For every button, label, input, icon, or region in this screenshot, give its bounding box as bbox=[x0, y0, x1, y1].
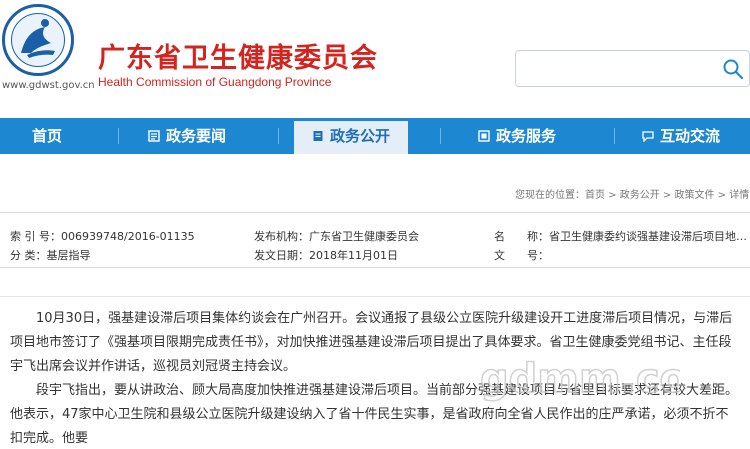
meta-docno-label: 文 号： bbox=[494, 249, 549, 262]
nav-news-label: 政务要闻 bbox=[166, 127, 227, 145]
meta-publisher-value: 广东省卫生健康委员会 bbox=[309, 230, 419, 243]
meta-category-value: 基层指导 bbox=[46, 249, 91, 262]
meta-index-label: 索 引 号： bbox=[10, 230, 61, 243]
nav-divider bbox=[614, 128, 615, 144]
breadcrumb-current: 详情 bbox=[729, 190, 750, 201]
search-box bbox=[515, 50, 750, 87]
nav-interaction-label: 互动交流 bbox=[660, 127, 721, 145]
nav-interaction[interactable]: 互动交流 bbox=[642, 118, 720, 154]
meta-publisher-label: 发布机构： bbox=[254, 230, 309, 243]
main-nav: 首页 政务要闻 政务公开 政务服务 互动交流 bbox=[0, 118, 750, 154]
site-title-english: Health Commission of Guangdong Province bbox=[98, 75, 332, 89]
breadcrumb-gov-affairs[interactable]: 政务公开 bbox=[620, 190, 660, 201]
nav-services[interactable]: 政务服务 bbox=[478, 118, 556, 154]
site-emblem-logo[interactable] bbox=[2, 4, 74, 76]
breadcrumb-separator: > bbox=[714, 190, 730, 201]
meta-category-label: 分 类： bbox=[10, 249, 47, 262]
meta-name: 名 称：省卫生健康委约谈强基建设滞后项目地… bbox=[494, 228, 747, 244]
meta-name-value: 省卫生健康委约谈强基建设滞后项目地… bbox=[549, 230, 747, 243]
nav-divider bbox=[440, 128, 441, 144]
content-divider bbox=[0, 296, 750, 297]
meta-category: 分 类：基层指导 bbox=[10, 247, 91, 263]
meta-date-value: 2018年11月01日 bbox=[309, 249, 398, 262]
nav-gov-affairs-label: 政务公开 bbox=[330, 127, 391, 145]
service-icon bbox=[478, 130, 490, 142]
breadcrumb: 您现在的位置：首页 > 政务公开 > 政策文件 > 详情 bbox=[515, 186, 749, 201]
meta-name-label: 名 称： bbox=[494, 230, 549, 243]
nav-divider bbox=[278, 128, 279, 144]
meta-index: 索 引 号：006939748/2016-01135 bbox=[10, 228, 195, 244]
news-icon bbox=[148, 130, 160, 142]
document-meta: 索 引 号：006939748/2016-01135 分 类：基层指导 发布机构… bbox=[0, 212, 750, 268]
search-icon[interactable] bbox=[721, 57, 745, 81]
nav-services-label: 政务服务 bbox=[496, 127, 557, 145]
site-title-chinese[interactable]: 广东省卫生健康委员会 bbox=[98, 36, 378, 75]
chat-icon bbox=[642, 131, 654, 142]
meta-date-label: 发文日期： bbox=[254, 249, 309, 262]
svg-text:gdmm.com: gdmm.com bbox=[480, 356, 680, 402]
nav-gov-affairs[interactable]: 政务公开 bbox=[294, 118, 408, 154]
breadcrumb-policy-docs[interactable]: 政策文件 bbox=[675, 190, 715, 201]
breadcrumb-prefix: 您现在的位置： bbox=[515, 190, 585, 201]
breadcrumb-separator: > bbox=[659, 190, 675, 201]
meta-publisher: 发布机构：广东省卫生健康委员会 bbox=[254, 228, 419, 244]
emblem-graphic-icon bbox=[21, 19, 55, 58]
meta-date: 发文日期：2018年11月01日 bbox=[254, 247, 398, 263]
meta-docno: 文 号： bbox=[494, 247, 549, 263]
watermark-logo: gdmm.com bbox=[480, 355, 680, 403]
search-input[interactable] bbox=[516, 51, 716, 86]
nav-divider bbox=[118, 128, 119, 144]
breadcrumb-home[interactable]: 首页 bbox=[585, 190, 605, 201]
site-header: www.gdwst.gov.cn 广东省卫生健康委员会 Health Commi… bbox=[0, 0, 750, 118]
nav-news[interactable]: 政务要闻 bbox=[148, 118, 226, 154]
document-icon bbox=[313, 131, 323, 141]
breadcrumb-separator: > bbox=[605, 190, 620, 201]
site-url: www.gdwst.gov.cn bbox=[2, 80, 95, 91]
nav-home-label: 首页 bbox=[32, 127, 63, 145]
nav-home[interactable]: 首页 bbox=[32, 118, 62, 154]
meta-index-value: 006939748/2016-01135 bbox=[61, 230, 195, 243]
